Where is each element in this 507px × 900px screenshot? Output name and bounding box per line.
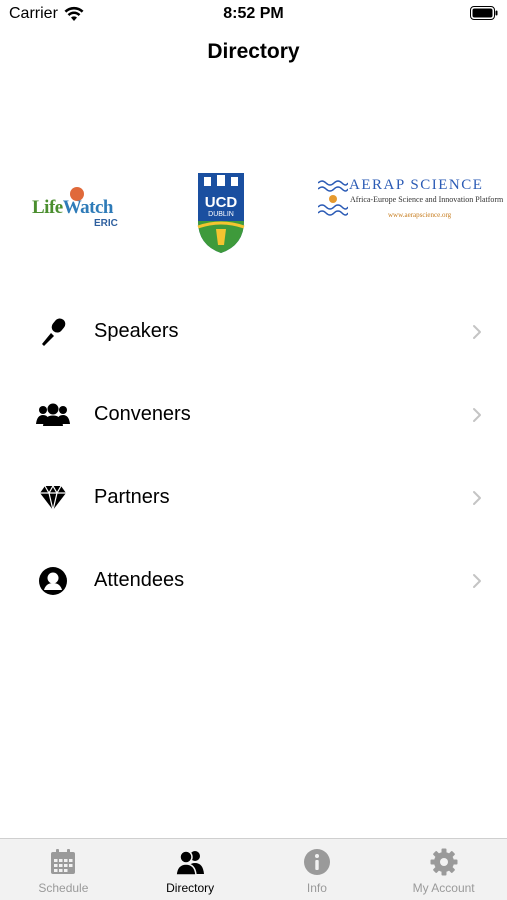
person-circle-icon [36, 564, 70, 598]
menu-item-attendees[interactable]: Attendees [0, 539, 507, 622]
tab-directory-label: Directory [166, 881, 215, 895]
tab-directory[interactable]: Directory [127, 839, 254, 900]
aerap-logo: AERAP SCIENCE Africa-Europe Science and … [316, 177, 503, 227]
tab-schedule-label: Schedule [38, 881, 89, 895]
aerap-mark-icon [318, 180, 348, 216]
battery-icon [470, 6, 498, 20]
tab-schedule[interactable]: Schedule [0, 839, 127, 900]
partners-label: Partners [94, 486, 170, 508]
group-icon [36, 398, 70, 432]
attendees-label: Attendees [94, 569, 185, 591]
menu-item-partners[interactable]: Partners [0, 456, 507, 539]
chevron-right-icon [473, 573, 481, 588]
lifewatch-word-a: Life [32, 197, 63, 218]
status-time: 8:52 PM [223, 5, 284, 22]
tab-my-account[interactable]: My Account [380, 839, 507, 900]
page-title: Directory [207, 40, 300, 63]
chevron-right-icon [473, 324, 481, 339]
lifewatch-word-b: Watch [62, 197, 114, 218]
directory-screen: Carrier 8:52 PM Directory LifeWatch ERIC [0, 0, 507, 900]
tab-my-account-label: My Account [412, 881, 475, 895]
ucd-line2: DUBLIN [208, 211, 234, 218]
speakers-label: Speakers [94, 320, 179, 342]
people-icon [175, 847, 205, 877]
status-bar: Carrier 8:52 PM [0, 0, 507, 30]
tab-bar: Schedule Directory Info My Account [0, 838, 507, 900]
menu-item-conveners[interactable]: Conveners [0, 373, 507, 456]
lifewatch-suffix: ERIC [94, 218, 118, 229]
tab-info-label: Info [306, 881, 327, 895]
info-icon [302, 847, 332, 877]
directory-menu: Speakers Conveners Partners Attendees [0, 290, 507, 622]
aerap-subtitle: Africa-Europe Science and Innovation Pla… [350, 195, 504, 204]
microphone-icon [36, 315, 70, 349]
gear-icon [429, 847, 459, 877]
calendar-icon [48, 847, 78, 877]
conveners-label: Conveners [94, 403, 191, 425]
chevron-right-icon [473, 407, 481, 422]
ucd-line1: UCD [205, 194, 238, 211]
chevron-right-icon [473, 490, 481, 505]
aerap-title: AERAP SCIENCE [349, 177, 484, 193]
ucd-logo: UCD DUBLIN [196, 171, 246, 255]
tab-info[interactable]: Info [254, 839, 381, 900]
menu-item-speakers[interactable]: Speakers [0, 290, 507, 373]
aerap-url: www.aerapscience.org [388, 211, 452, 219]
diamond-icon [36, 481, 70, 515]
partner-logos: LifeWatch ERIC UCD DUBLIN AERAP SCIENCE … [0, 165, 507, 260]
lifewatch-logo: LifeWatch ERIC [30, 183, 122, 231]
ucd-crest-icon: UCD DUBLIN [197, 173, 245, 253]
